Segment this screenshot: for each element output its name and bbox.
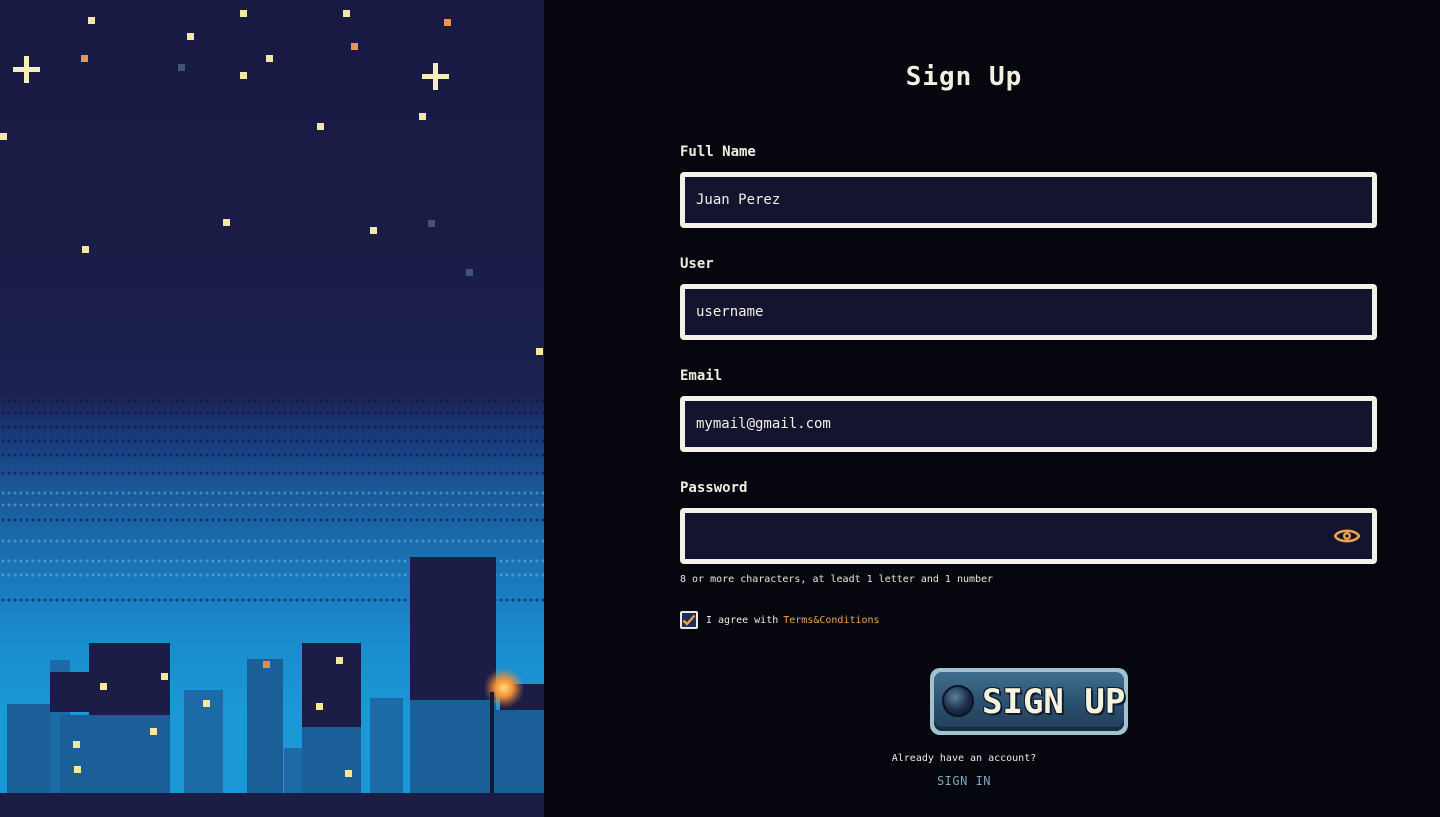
terms-link[interactable]: Terms&Conditions (783, 615, 879, 626)
star (419, 113, 426, 120)
star (240, 72, 247, 79)
sign-in-link[interactable]: SIGN IN (480, 774, 1440, 788)
full-name-input[interactable] (696, 177, 1316, 223)
terms-checkbox[interactable] (680, 611, 698, 629)
star (82, 246, 89, 253)
building (370, 698, 403, 793)
orb-icon (942, 685, 974, 717)
star (88, 17, 95, 24)
star (240, 10, 247, 17)
password-label: Password (680, 480, 748, 496)
star (178, 64, 185, 71)
sparkle-star (13, 56, 40, 83)
terms-agreement: I agree with Terms&Conditions (680, 611, 880, 629)
user-label: User (680, 256, 714, 272)
window-light (336, 657, 343, 664)
window-light (150, 728, 157, 735)
star (351, 43, 358, 50)
user-input[interactable] (696, 289, 1316, 335)
window-light (345, 770, 352, 777)
eye-icon[interactable] (1333, 526, 1361, 546)
window-light (161, 673, 168, 680)
star (317, 123, 324, 130)
page-title: Sign Up (905, 62, 1023, 92)
building (247, 659, 283, 793)
pixel-city-illustration (0, 0, 544, 817)
password-hint: 8 or more characters, at leadt 1 letter … (680, 574, 994, 585)
star (370, 227, 377, 234)
window-light (263, 661, 270, 668)
star (428, 220, 435, 227)
star (444, 19, 451, 26)
email-field (680, 396, 1377, 452)
already-account-text: Already have an account? (891, 753, 1037, 764)
window-light (74, 766, 81, 773)
star (266, 55, 273, 62)
window-light (100, 683, 107, 690)
user-field (680, 284, 1377, 340)
star (223, 219, 230, 226)
signup-panel: Sign Up Full Name User Email Password 8 … (544, 0, 1440, 817)
building (302, 727, 361, 793)
window-light (316, 703, 323, 710)
password-input[interactable] (696, 513, 1316, 559)
agree-text: I agree with (706, 614, 779, 626)
star (536, 348, 543, 355)
sign-up-button-label: SIGN UP (982, 682, 1126, 722)
building (410, 557, 496, 700)
star (187, 33, 194, 40)
building (60, 715, 170, 793)
building (89, 643, 170, 715)
window-light (73, 741, 80, 748)
star (343, 10, 350, 17)
email-label: Email (680, 368, 723, 384)
check-icon (682, 614, 696, 626)
star (81, 55, 88, 62)
sign-up-button[interactable]: SIGN UP (930, 668, 1128, 735)
ground (0, 793, 544, 817)
window-light (203, 700, 210, 707)
building (302, 643, 361, 727)
star (0, 133, 7, 140)
email-input[interactable] (696, 401, 1316, 447)
star (466, 269, 473, 276)
password-field (680, 508, 1377, 564)
full-name-label: Full Name (680, 144, 756, 160)
night-sky (0, 0, 544, 400)
full-name-field (680, 172, 1377, 228)
sparkle-star (422, 63, 449, 90)
